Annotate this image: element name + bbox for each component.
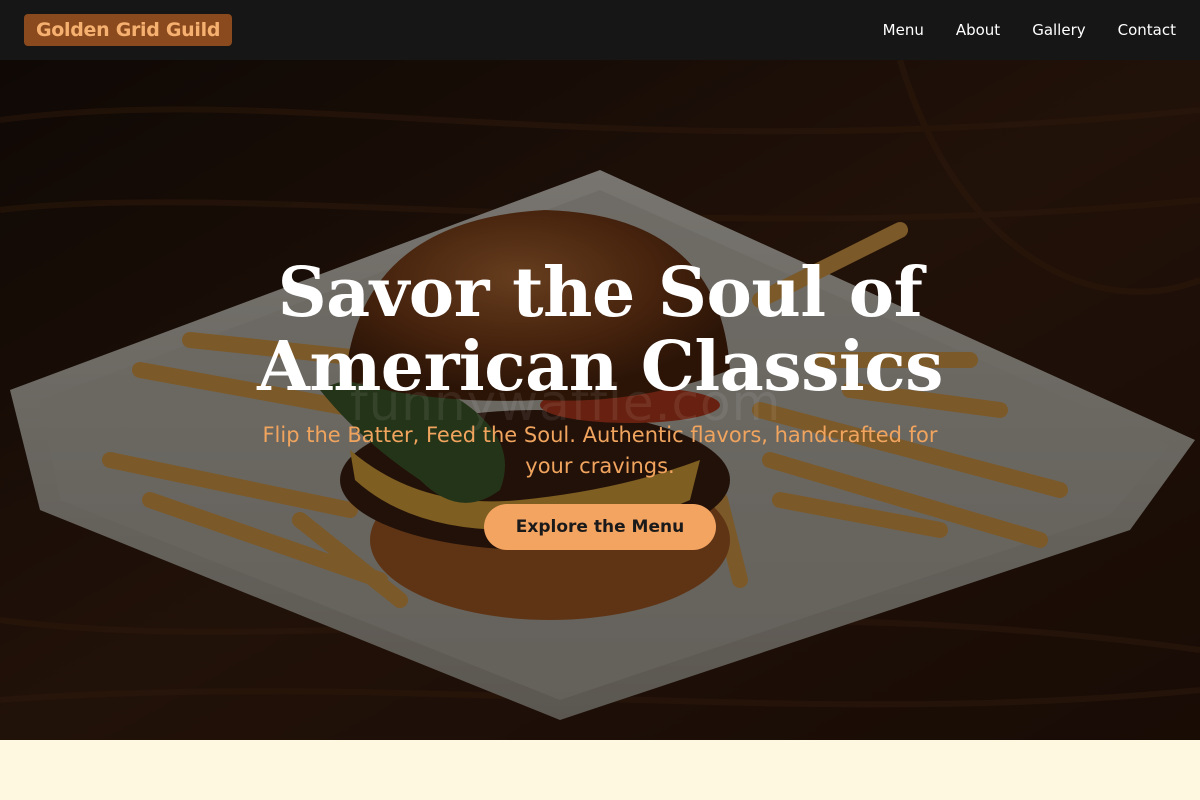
hero-title: Savor the Soul of American Classics [257, 253, 943, 407]
explore-menu-button[interactable]: Explore the Menu [483, 504, 717, 550]
hero-subtitle: Flip the Batter, Feed the Soul. Authenti… [262, 423, 938, 478]
brand-logo[interactable]: Golden Grid Guild [24, 14, 233, 46]
nav-link-contact[interactable]: Contact [1118, 21, 1176, 39]
navbar: Golden Grid Guild Menu About Gallery Con… [0, 0, 1200, 60]
next-section [0, 740, 1200, 800]
nav-link-about[interactable]: About [956, 21, 1000, 39]
nav-links: Menu About Gallery Contact [851, 21, 1176, 39]
nav-link-menu[interactable]: Menu [883, 21, 924, 39]
nav-link-gallery[interactable]: Gallery [1032, 21, 1085, 39]
hero-section: funnywaffle.com Savor the Soul of Americ… [0, 60, 1200, 740]
hero-content: Savor the Soul of American Classics Flip… [0, 256, 1200, 550]
